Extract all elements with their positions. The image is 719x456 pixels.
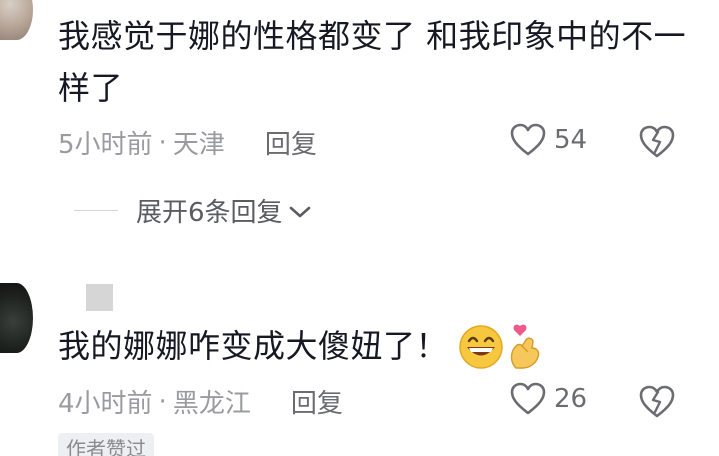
image-placeholder (86, 284, 113, 311)
avatar[interactable] (0, 283, 33, 353)
emoji-group (456, 322, 544, 374)
finger-heart-icon (506, 322, 544, 374)
meta-separator: · (158, 127, 167, 158)
like-button[interactable]: 26 (510, 382, 587, 416)
chevron-down-icon (289, 196, 311, 226)
broken-heart-icon[interactable] (639, 125, 675, 163)
like-button[interactable]: 54 (510, 123, 587, 157)
like-count: 54 (554, 125, 588, 155)
reply-button[interactable]: 回复 (265, 124, 317, 161)
comment-time: 5小时前 (58, 130, 153, 160)
expand-replies-label: 展开6条回复 (136, 198, 283, 228)
comment-text: 我感觉于娜的性格都变了 和我印象中的不一样了 (58, 17, 687, 107)
comment-list: 我感觉于娜的性格都变了 和我印象中的不一样了 5小时前 · 天津 回复 54 展… (0, 0, 719, 456)
comment-text: 我的娜娜咋变成大傻妞了！ (58, 327, 449, 365)
like-count: 26 (554, 384, 588, 414)
reply-button[interactable]: 回复 (291, 383, 343, 420)
comment-location: 天津 (172, 130, 225, 160)
comment-meta: 4小时前 · 黑龙江 回复 (58, 383, 343, 420)
grinning-face-icon (456, 322, 506, 374)
divider-line (74, 210, 118, 211)
expand-replies-button[interactable]: 展开6条回复 (74, 192, 311, 229)
meta-separator: · (158, 386, 167, 417)
heart-icon (510, 123, 546, 157)
avatar[interactable] (0, 0, 33, 40)
heart-icon (510, 382, 546, 416)
comment-location: 黑龙江 (172, 389, 251, 419)
broken-heart-icon[interactable] (639, 385, 675, 423)
comment-meta: 5小时前 · 天津 回复 (58, 124, 317, 161)
comment-time: 4小时前 (58, 389, 153, 419)
author-liked-badge: 作者赞过 (58, 433, 154, 456)
